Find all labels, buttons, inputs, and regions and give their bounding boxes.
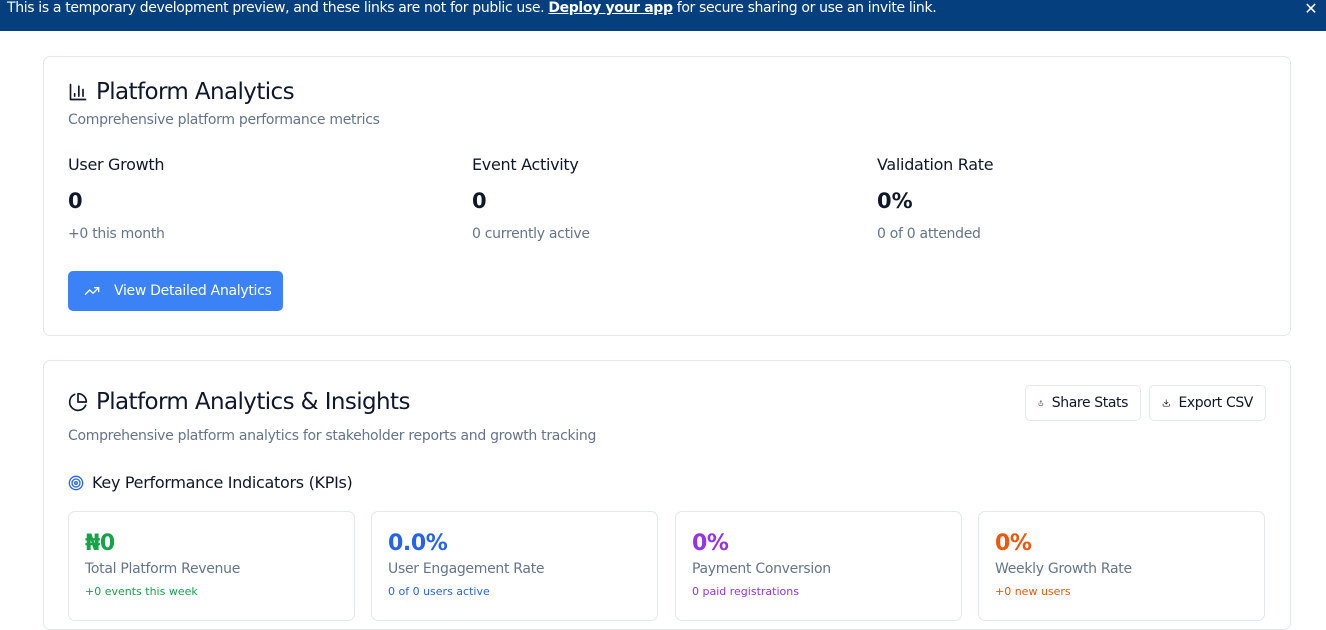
kpi-value: ₦0 xyxy=(85,531,115,556)
kpi-label: Total Platform Revenue xyxy=(85,561,241,577)
target-icon xyxy=(68,475,84,490)
kpi-note: +0 events this week xyxy=(85,585,198,598)
kpi-card-revenue: ₦0 Total Platform Revenue +0 events this… xyxy=(68,511,355,621)
card-header: Platform Analytics & Insights xyxy=(68,389,410,415)
section-title: Platform Analytics & Insights xyxy=(96,389,410,415)
button-label: View Detailed Analytics xyxy=(114,283,272,299)
kpi-label: Weekly Growth Rate xyxy=(995,561,1132,577)
pie-chart-icon xyxy=(68,392,88,412)
kpi-value: 0% xyxy=(692,531,729,556)
kpi-heading: Key Performance Indicators (KPIs) xyxy=(68,473,353,492)
metric-value: 0% xyxy=(877,189,913,213)
banner-text-after: for secure sharing or use an invite link… xyxy=(676,0,937,16)
kpi-label: User Engagement Rate xyxy=(388,561,545,577)
metric-label: Validation Rate xyxy=(877,155,994,174)
page-title: Platform Analytics xyxy=(96,79,295,105)
card-header: Platform Analytics xyxy=(68,79,295,105)
kpi-value: 0% xyxy=(995,531,1032,556)
kpi-note: 0 paid registrations xyxy=(692,585,799,598)
kpi-note: +0 new users xyxy=(995,585,1071,598)
metric-label: Event Activity xyxy=(472,155,579,174)
banner-text: This is a temporary development preview,… xyxy=(7,0,545,16)
metric-validation-rate: Validation Rate 0% 0 of 0 attended xyxy=(877,155,1257,242)
metric-user-growth: User Growth 0 +0 this month xyxy=(68,155,448,242)
kpi-note: 0 of 0 users active xyxy=(388,585,490,598)
metric-value: 0 xyxy=(472,189,487,213)
metric-note: +0 this month xyxy=(68,226,165,242)
banner-message: This is a temporary development preview,… xyxy=(7,0,937,17)
deploy-link[interactable]: Deploy your app xyxy=(548,0,673,16)
metric-label: User Growth xyxy=(68,155,165,174)
platform-analytics-card: Platform Analytics Comprehensive platfor… xyxy=(43,56,1291,336)
metric-note: 0 of 0 attended xyxy=(877,226,981,242)
export-csv-button[interactable]: Export CSV xyxy=(1149,385,1266,421)
card-subtitle: Comprehensive platform performance metri… xyxy=(68,112,380,128)
button-label: Export CSV xyxy=(1178,395,1253,411)
kpi-heading-label: Key Performance Indicators (KPIs) xyxy=(92,473,353,492)
kpi-value: 0.0% xyxy=(388,531,448,556)
trending-up-icon xyxy=(84,287,100,295)
kpi-card-weekly-growth: 0% Weekly Growth Rate +0 new users xyxy=(978,511,1265,621)
share-icon xyxy=(1038,400,1044,406)
analytics-insights-card: Platform Analytics & Insights Comprehens… xyxy=(43,360,1291,630)
kpi-card-payment-conversion: 0% Payment Conversion 0 paid registratio… xyxy=(675,511,962,621)
kpi-label: Payment Conversion xyxy=(692,561,831,577)
card-subtitle: Comprehensive platform analytics for sta… xyxy=(68,428,597,444)
view-detailed-analytics-button[interactable]: View Detailed Analytics xyxy=(68,271,283,311)
share-stats-button[interactable]: Share Stats xyxy=(1025,385,1141,421)
preview-banner: This is a temporary development preview,… xyxy=(0,0,1326,31)
download-icon xyxy=(1162,399,1170,407)
bar-chart-icon xyxy=(69,83,87,101)
metric-event-activity: Event Activity 0 0 currently active xyxy=(472,155,852,242)
button-label: Share Stats xyxy=(1051,395,1129,411)
close-icon[interactable]: ✕ xyxy=(1304,0,1318,17)
kpi-card-engagement: 0.0% User Engagement Rate 0 of 0 users a… xyxy=(371,511,658,621)
metric-value: 0 xyxy=(68,189,83,213)
metric-note: 0 currently active xyxy=(472,226,590,242)
